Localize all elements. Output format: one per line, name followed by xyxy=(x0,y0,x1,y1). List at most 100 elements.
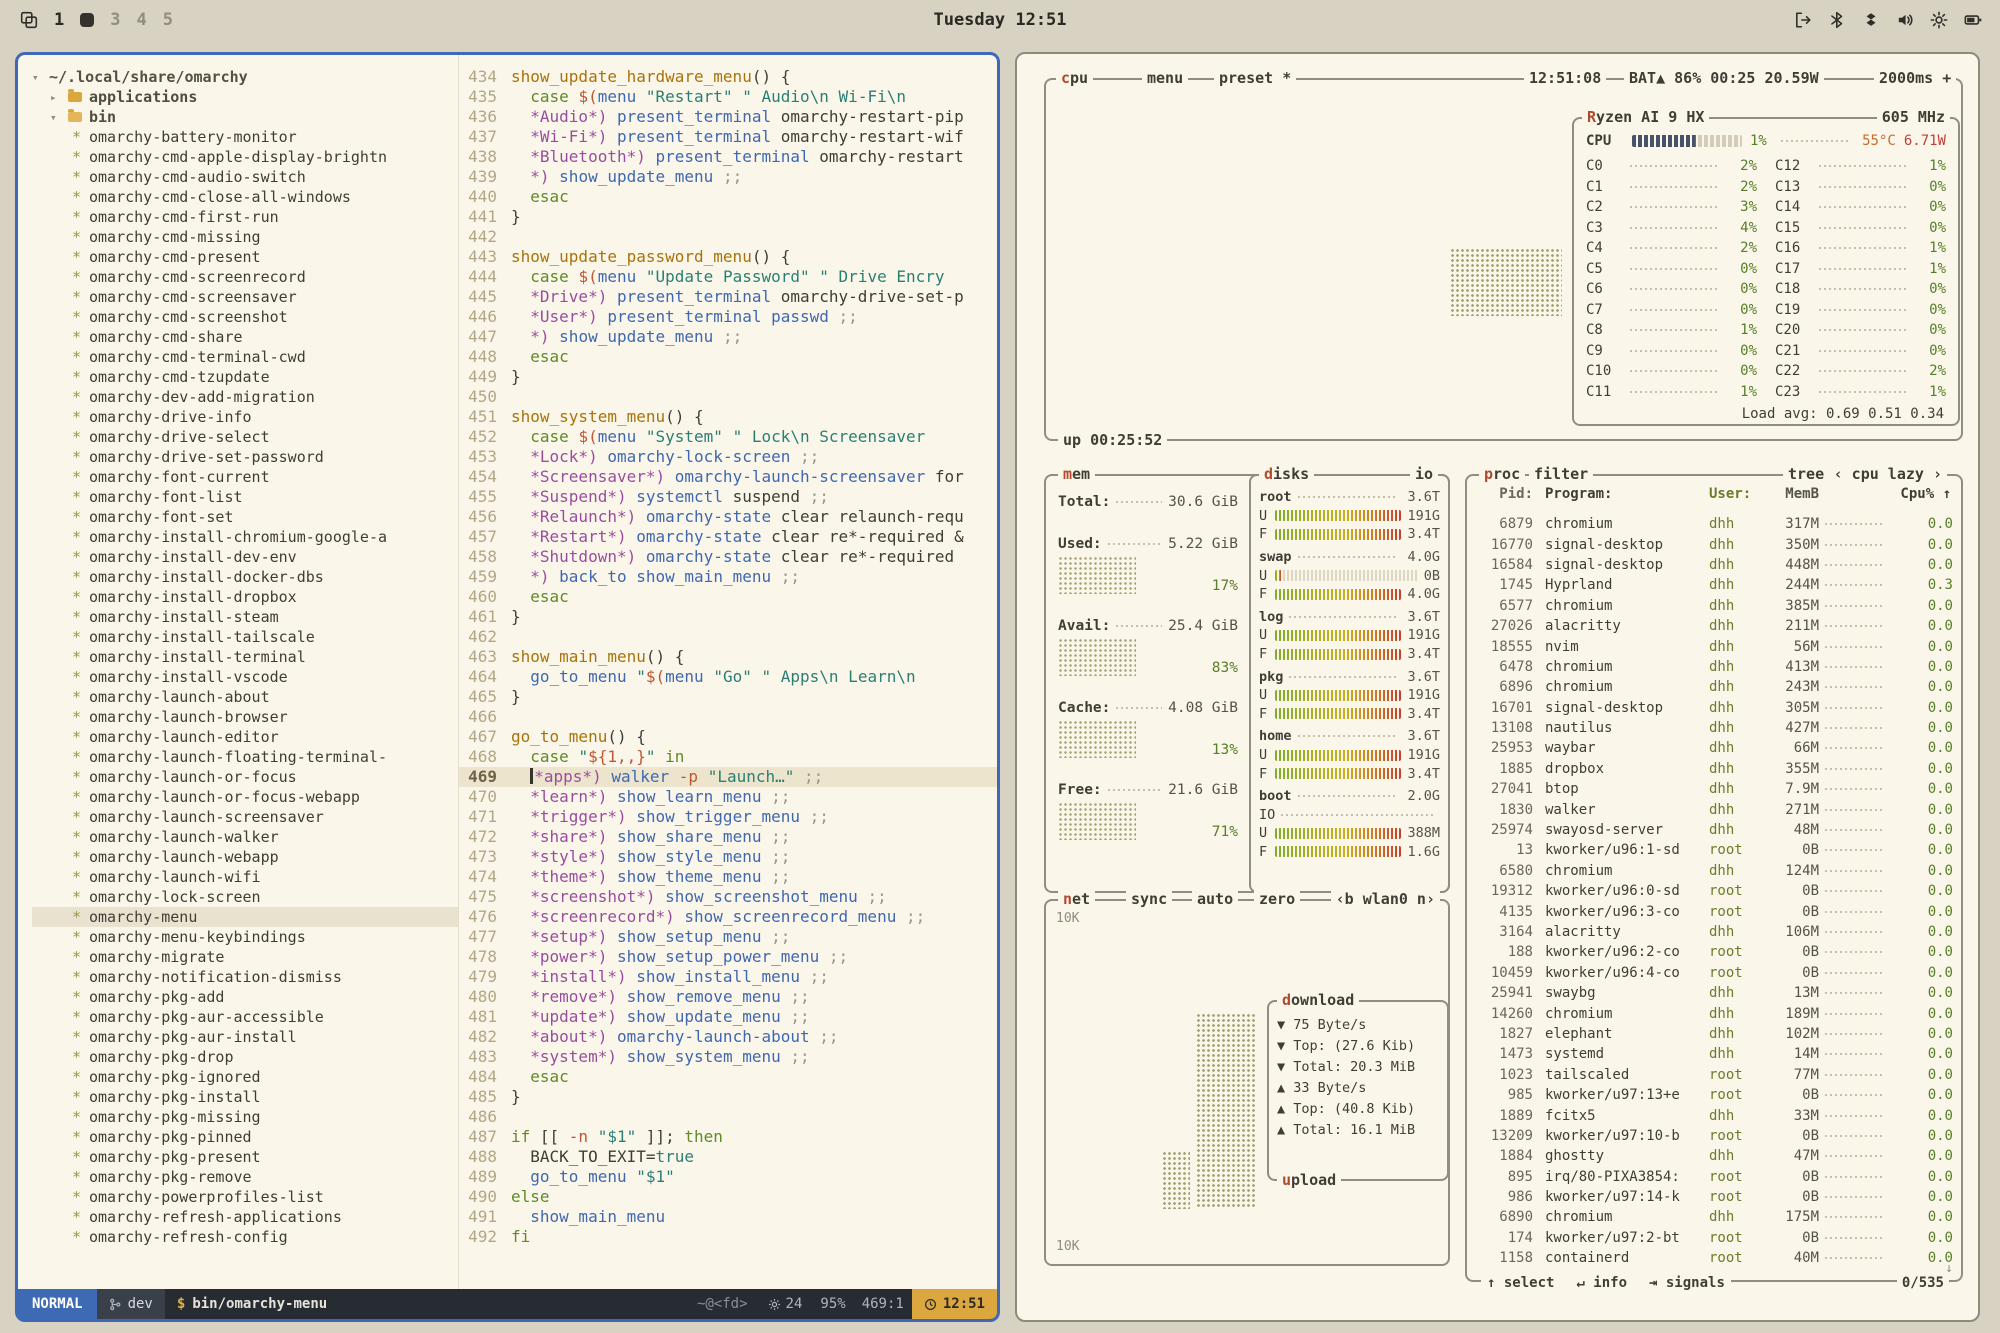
process-row[interactable]: 16770signal-desktopdhh350M0.0 xyxy=(1477,534,1953,554)
tree-file[interactable]: *omarchy-install-chromium-google-a xyxy=(32,527,458,547)
process-row[interactable]: 1885dropboxdhh355M0.0 xyxy=(1477,759,1953,779)
filter-tab[interactable]: filter xyxy=(1529,465,1593,484)
process-row[interactable]: 25974swayosd-serverdhh48M0.0 xyxy=(1477,820,1953,840)
tree-file[interactable]: *omarchy-cmd-missing xyxy=(32,227,458,247)
io-tab[interactable]: io xyxy=(1410,465,1438,484)
col-program[interactable]: Program: xyxy=(1533,486,1709,502)
tree-folder[interactable]: ▸applications xyxy=(32,87,458,107)
footer-hint[interactable]: ⇥ signals xyxy=(1649,1275,1725,1291)
workspace-4[interactable]: 4 xyxy=(137,10,147,30)
process-row[interactable]: 6577chromiumdhh385M0.0 xyxy=(1477,596,1953,616)
net-zero-tab[interactable]: zero xyxy=(1254,890,1300,909)
logout-icon[interactable] xyxy=(1794,11,1812,29)
workspace-5[interactable]: 5 xyxy=(163,10,173,30)
tree-file[interactable]: *omarchy-launch-browser xyxy=(32,707,458,727)
footer-hint[interactable]: ↑ select xyxy=(1487,1275,1554,1291)
scroll-down-icon[interactable]: ↓ xyxy=(1945,1261,1953,1276)
process-row[interactable]: 13kworker/u96:1-sdroot0B0.0 xyxy=(1477,840,1953,860)
process-row[interactable]: 27026alacrittydhh211M0.0 xyxy=(1477,616,1953,636)
tree-file[interactable]: *omarchy-install-vscode xyxy=(32,667,458,687)
tree-file[interactable]: *omarchy-refresh-config xyxy=(32,1227,458,1247)
process-row[interactable]: 1745Hyprlanddhh244M0.3 xyxy=(1477,575,1953,595)
process-row[interactable]: 1827elephantdhh102M0.0 xyxy=(1477,1024,1953,1044)
footer-hint[interactable]: ↵ info xyxy=(1576,1275,1627,1291)
process-row[interactable]: 985kworker/u97:13+eroot0B0.0 xyxy=(1477,1085,1953,1105)
process-row[interactable]: 1830walkerdhh271M0.0 xyxy=(1477,799,1953,819)
workspace-3[interactable]: 3 xyxy=(110,10,120,30)
tree-file[interactable]: *omarchy-drive-select xyxy=(32,427,458,447)
code-editor[interactable]: 434show_update_hardware_menu() {435 case… xyxy=(459,55,997,1289)
process-row[interactable]: 1884ghosttydhh47M0.0 xyxy=(1477,1146,1953,1166)
tree-file[interactable]: *omarchy-migrate xyxy=(32,947,458,967)
net-auto-tab[interactable]: auto xyxy=(1192,890,1238,909)
process-row[interactable]: 1158containerdroot40M0.0 xyxy=(1477,1248,1953,1266)
tree-file[interactable]: *omarchy-cmd-audio-switch xyxy=(32,167,458,187)
tree-file[interactable]: *omarchy-install-dev-env xyxy=(32,547,458,567)
tree-file[interactable]: *omarchy-pkg-ignored xyxy=(32,1067,458,1087)
tree-file[interactable]: *omarchy-cmd-share xyxy=(32,327,458,347)
sort-mode-tab[interactable]: ‹ cpu lazy › xyxy=(1829,465,1947,484)
tree-file[interactable]: *omarchy-pkg-add xyxy=(32,987,458,1007)
process-row[interactable]: 6890chromiumdhh175M0.0 xyxy=(1477,1207,1953,1227)
col-user[interactable]: User: xyxy=(1709,486,1769,502)
tree-file[interactable]: *omarchy-install-docker-dbs xyxy=(32,567,458,587)
tree-root[interactable]: ▾~/.local/share/omarchy xyxy=(32,67,458,87)
disks-tab[interactable]: disks xyxy=(1259,465,1314,484)
process-row[interactable]: 14260chromiumdhh189M0.0 xyxy=(1477,1003,1953,1023)
menu-tab[interactable]: menu xyxy=(1142,69,1188,88)
process-row[interactable]: 25941swaybgdhh13M0.0 xyxy=(1477,983,1953,1003)
tree-file[interactable]: *omarchy-powerprofiles-list xyxy=(32,1187,458,1207)
col-pid[interactable]: Pid: xyxy=(1477,486,1533,502)
tree-file[interactable]: *omarchy-cmd-terminal-cwd xyxy=(32,347,458,367)
tree-file[interactable]: *omarchy-launch-about xyxy=(32,687,458,707)
process-row[interactable]: 1473systemddhh14M0.0 xyxy=(1477,1044,1953,1064)
process-row[interactable]: 6896chromiumdhh243M0.0 xyxy=(1477,677,1953,697)
tree-file[interactable]: *omarchy-font-set xyxy=(32,507,458,527)
process-row[interactable]: 13209kworker/u97:10-broot0B0.0 xyxy=(1477,1126,1953,1146)
tree-tab[interactable]: tree xyxy=(1783,465,1829,484)
mem-tab[interactable]: mem xyxy=(1058,465,1095,484)
tree-file[interactable]: *omarchy-launch-wifi xyxy=(32,867,458,887)
workspace-1[interactable]: 1 xyxy=(54,10,64,30)
gear-icon[interactable] xyxy=(1930,11,1948,29)
process-row[interactable]: 174kworker/u97:2-btroot0B0.0 xyxy=(1477,1228,1953,1248)
process-row[interactable]: 10459kworker/u96:4-coroot0B0.0 xyxy=(1477,963,1953,983)
process-row[interactable]: 1889fcitx5dhh33M0.0 xyxy=(1477,1105,1953,1125)
process-row[interactable]: 4135kworker/u96:3-coroot0B0.0 xyxy=(1477,901,1953,921)
tree-file[interactable]: *omarchy-notification-dismiss xyxy=(32,967,458,987)
tree-file[interactable]: *omarchy-pkg-present xyxy=(32,1147,458,1167)
tree-file[interactable]: *omarchy-lock-screen xyxy=(32,887,458,907)
tree-file[interactable]: *omarchy-menu xyxy=(32,907,458,927)
tree-file[interactable]: *omarchy-refresh-applications xyxy=(32,1207,458,1227)
screens-icon[interactable] xyxy=(20,11,38,29)
tree-file[interactable]: *omarchy-pkg-aur-accessible xyxy=(32,1007,458,1027)
proc-tab[interactable]: proc xyxy=(1479,465,1525,484)
bluetooth-icon[interactable] xyxy=(1828,11,1846,29)
tree-file[interactable]: *omarchy-install-steam xyxy=(32,607,458,627)
tree-file[interactable]: *omarchy-cmd-present xyxy=(32,247,458,267)
process-row[interactable]: 6580chromiumdhh124M0.0 xyxy=(1477,861,1953,881)
tree-file[interactable]: *omarchy-install-terminal xyxy=(32,647,458,667)
tree-file[interactable]: *omarchy-cmd-screenshot xyxy=(32,307,458,327)
tree-file[interactable]: *omarchy-pkg-remove xyxy=(32,1167,458,1187)
process-row[interactable]: 16701signal-desktopdhh305M0.0 xyxy=(1477,698,1953,718)
tree-file[interactable]: *omarchy-drive-info xyxy=(32,407,458,427)
dropbox-icon[interactable] xyxy=(1862,11,1880,29)
tree-file[interactable]: *omarchy-font-current xyxy=(32,467,458,487)
workspace-active[interactable] xyxy=(80,13,94,27)
process-row[interactable]: 6478chromiumdhh413M0.0 xyxy=(1477,657,1953,677)
process-row[interactable]: 13108nautilusdhh427M0.0 xyxy=(1477,718,1953,738)
process-row[interactable]: 6879chromiumdhh317M0.0 xyxy=(1477,514,1953,534)
net-interface[interactable]: ‹b wlan0 n› xyxy=(1331,890,1440,909)
tree-file[interactable]: *omarchy-dev-add-migration xyxy=(32,387,458,407)
tree-file[interactable]: *omarchy-launch-screensaver xyxy=(32,807,458,827)
tree-file[interactable]: *omarchy-pkg-pinned xyxy=(32,1127,458,1147)
tree-file[interactable]: *omarchy-launch-or-focus-webapp xyxy=(32,787,458,807)
tree-file[interactable]: *omarchy-font-list xyxy=(32,487,458,507)
process-row[interactable]: 1023tailscaledroot77M0.0 xyxy=(1477,1065,1953,1085)
tree-file[interactable]: *omarchy-launch-walker xyxy=(32,827,458,847)
tree-file[interactable]: *omarchy-pkg-missing xyxy=(32,1107,458,1127)
process-row[interactable]: 986kworker/u97:14-kroot0B0.0 xyxy=(1477,1187,1953,1207)
tree-file[interactable]: *omarchy-menu-keybindings xyxy=(32,927,458,947)
tree-file[interactable]: *omarchy-pkg-aur-install xyxy=(32,1027,458,1047)
